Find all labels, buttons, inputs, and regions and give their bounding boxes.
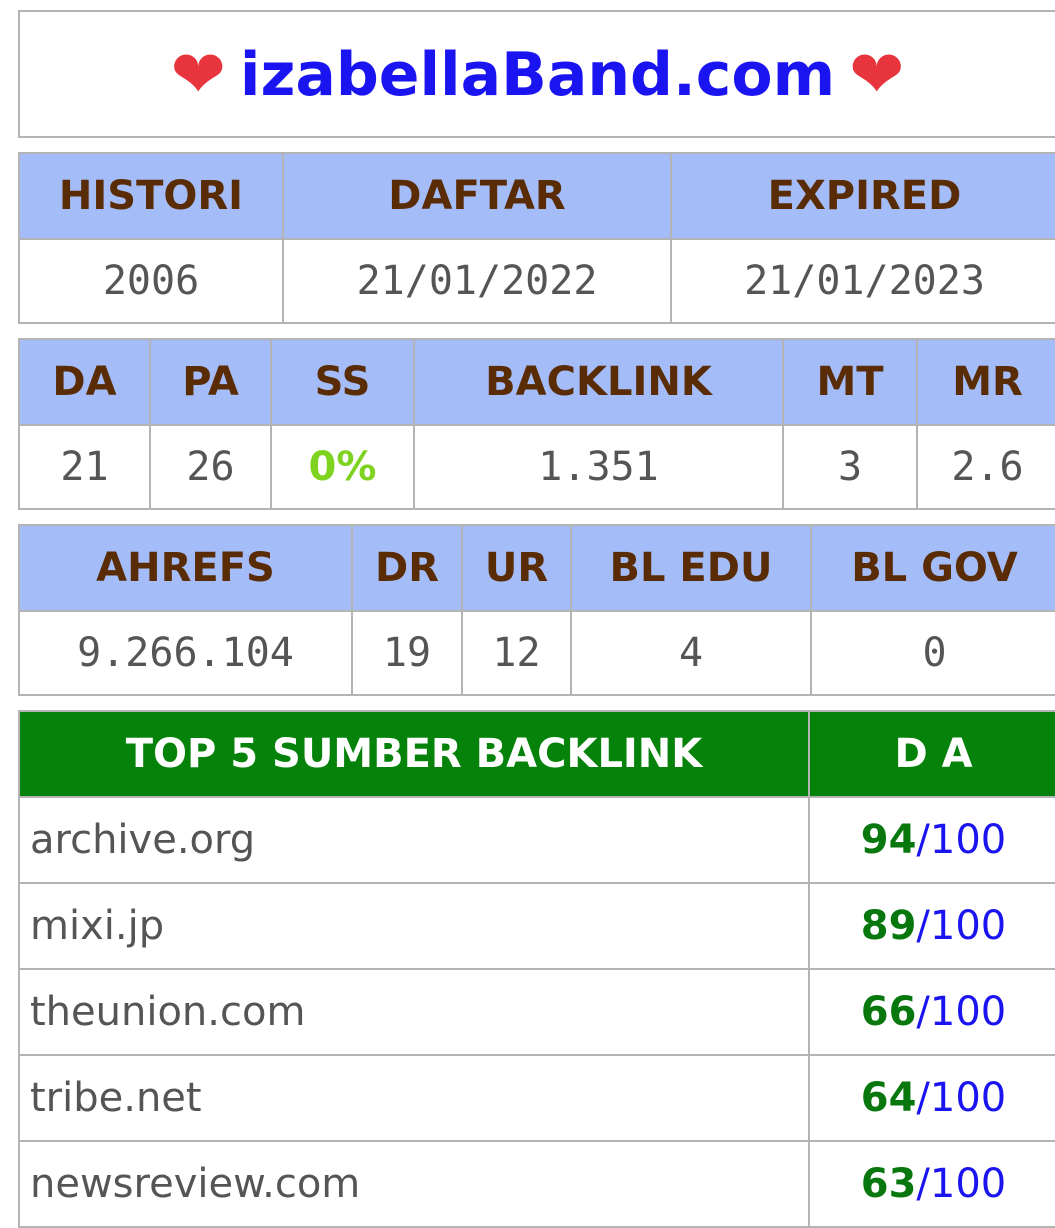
header-top-sources: TOP 5 SUMBER BACKLINK bbox=[18, 710, 810, 798]
heart-right-icon: ❤ bbox=[849, 35, 905, 113]
value-ss: 0% bbox=[270, 424, 415, 510]
value-mt: 3 bbox=[782, 424, 918, 510]
moz-metrics-table: DA PA SS BACKLINK MT MR 21 26 0% 1.351 3… bbox=[18, 338, 1055, 510]
header-expired: EXPIRED bbox=[670, 152, 1055, 240]
value-backlink: 1.351 bbox=[413, 424, 784, 510]
da-max: 100 bbox=[929, 989, 1007, 1035]
header-bl-edu: BL EDU bbox=[570, 524, 812, 612]
title-box: ❤ izabellaBand.com ❤ bbox=[18, 10, 1055, 138]
source-domain: newsreview.com bbox=[18, 1140, 810, 1228]
da-separator: / bbox=[916, 1075, 930, 1121]
value-expired: 21/01/2023 bbox=[670, 238, 1055, 324]
table-row: tribe.net 64/100 bbox=[18, 1054, 1055, 1142]
header-ss: SS bbox=[270, 338, 415, 426]
source-domain: archive.org bbox=[18, 796, 810, 884]
heart-left-icon: ❤ bbox=[170, 35, 226, 113]
value-daftar: 21/01/2022 bbox=[282, 238, 672, 324]
value-ur: 12 bbox=[461, 610, 572, 696]
da-max: 100 bbox=[929, 817, 1007, 863]
header-histori: HISTORI bbox=[18, 152, 284, 240]
value-bl-gov: 0 bbox=[810, 610, 1055, 696]
header-ur: UR bbox=[461, 524, 572, 612]
da-separator: / bbox=[916, 1161, 930, 1207]
domain-title: izabellaBand.com bbox=[239, 39, 836, 110]
source-domain: mixi.jp bbox=[18, 882, 810, 970]
value-da: 21 bbox=[18, 424, 151, 510]
da-separator: / bbox=[916, 989, 930, 1035]
da-value: 64 bbox=[860, 1075, 917, 1121]
source-da: 63/100 bbox=[808, 1140, 1055, 1228]
header-mt: MT bbox=[782, 338, 918, 426]
da-separator: / bbox=[916, 903, 930, 949]
table-row: theunion.com 66/100 bbox=[18, 968, 1055, 1056]
da-max: 100 bbox=[929, 1075, 1007, 1121]
ahrefs-metrics-table: AHREFS DR UR BL EDU BL GOV 9.266.104 19 … bbox=[18, 524, 1055, 696]
source-da: 94/100 bbox=[808, 796, 1055, 884]
title-cell: ❤ izabellaBand.com ❤ bbox=[18, 10, 1055, 138]
value-histori: 2006 bbox=[18, 238, 284, 324]
source-domain: tribe.net bbox=[18, 1054, 810, 1142]
da-value: 63 bbox=[860, 1161, 917, 1207]
da-value: 94 bbox=[860, 817, 917, 863]
da-max: 100 bbox=[929, 1161, 1007, 1207]
value-ahrefs: 9.266.104 bbox=[18, 610, 353, 696]
header-mr: MR bbox=[916, 338, 1055, 426]
da-value: 89 bbox=[860, 903, 917, 949]
header-bl-gov: BL GOV bbox=[810, 524, 1055, 612]
source-da: 66/100 bbox=[808, 968, 1055, 1056]
table-row: archive.org 94/100 bbox=[18, 796, 1055, 884]
header-ahrefs: AHREFS bbox=[18, 524, 353, 612]
value-dr: 19 bbox=[351, 610, 463, 696]
source-domain: theunion.com bbox=[18, 968, 810, 1056]
domain-stats-panel: ❤ izabellaBand.com ❤ HISTORI DAFTAR EXPIRE… bbox=[18, 10, 1055, 1228]
value-mr: 2.6 bbox=[916, 424, 1055, 510]
top-sources-table: TOP 5 SUMBER BACKLINK D A archive.org 94… bbox=[18, 710, 1055, 1228]
header-daftar: DAFTAR bbox=[282, 152, 672, 240]
value-pa: 26 bbox=[149, 424, 272, 510]
registration-table: HISTORI DAFTAR EXPIRED 2006 21/01/2022 2… bbox=[18, 152, 1055, 324]
da-max: 100 bbox=[929, 903, 1007, 949]
header-backlink: BACKLINK bbox=[413, 338, 784, 426]
table-row: newsreview.com 63/100 bbox=[18, 1140, 1055, 1228]
header-dr: DR bbox=[351, 524, 463, 612]
value-bl-edu: 4 bbox=[570, 610, 812, 696]
header-source-da: D A bbox=[808, 710, 1055, 798]
header-da: DA bbox=[18, 338, 151, 426]
source-da: 89/100 bbox=[808, 882, 1055, 970]
table-row: mixi.jp 89/100 bbox=[18, 882, 1055, 970]
header-pa: PA bbox=[149, 338, 272, 426]
da-separator: / bbox=[916, 817, 930, 863]
da-value: 66 bbox=[860, 989, 917, 1035]
source-da: 64/100 bbox=[808, 1054, 1055, 1142]
